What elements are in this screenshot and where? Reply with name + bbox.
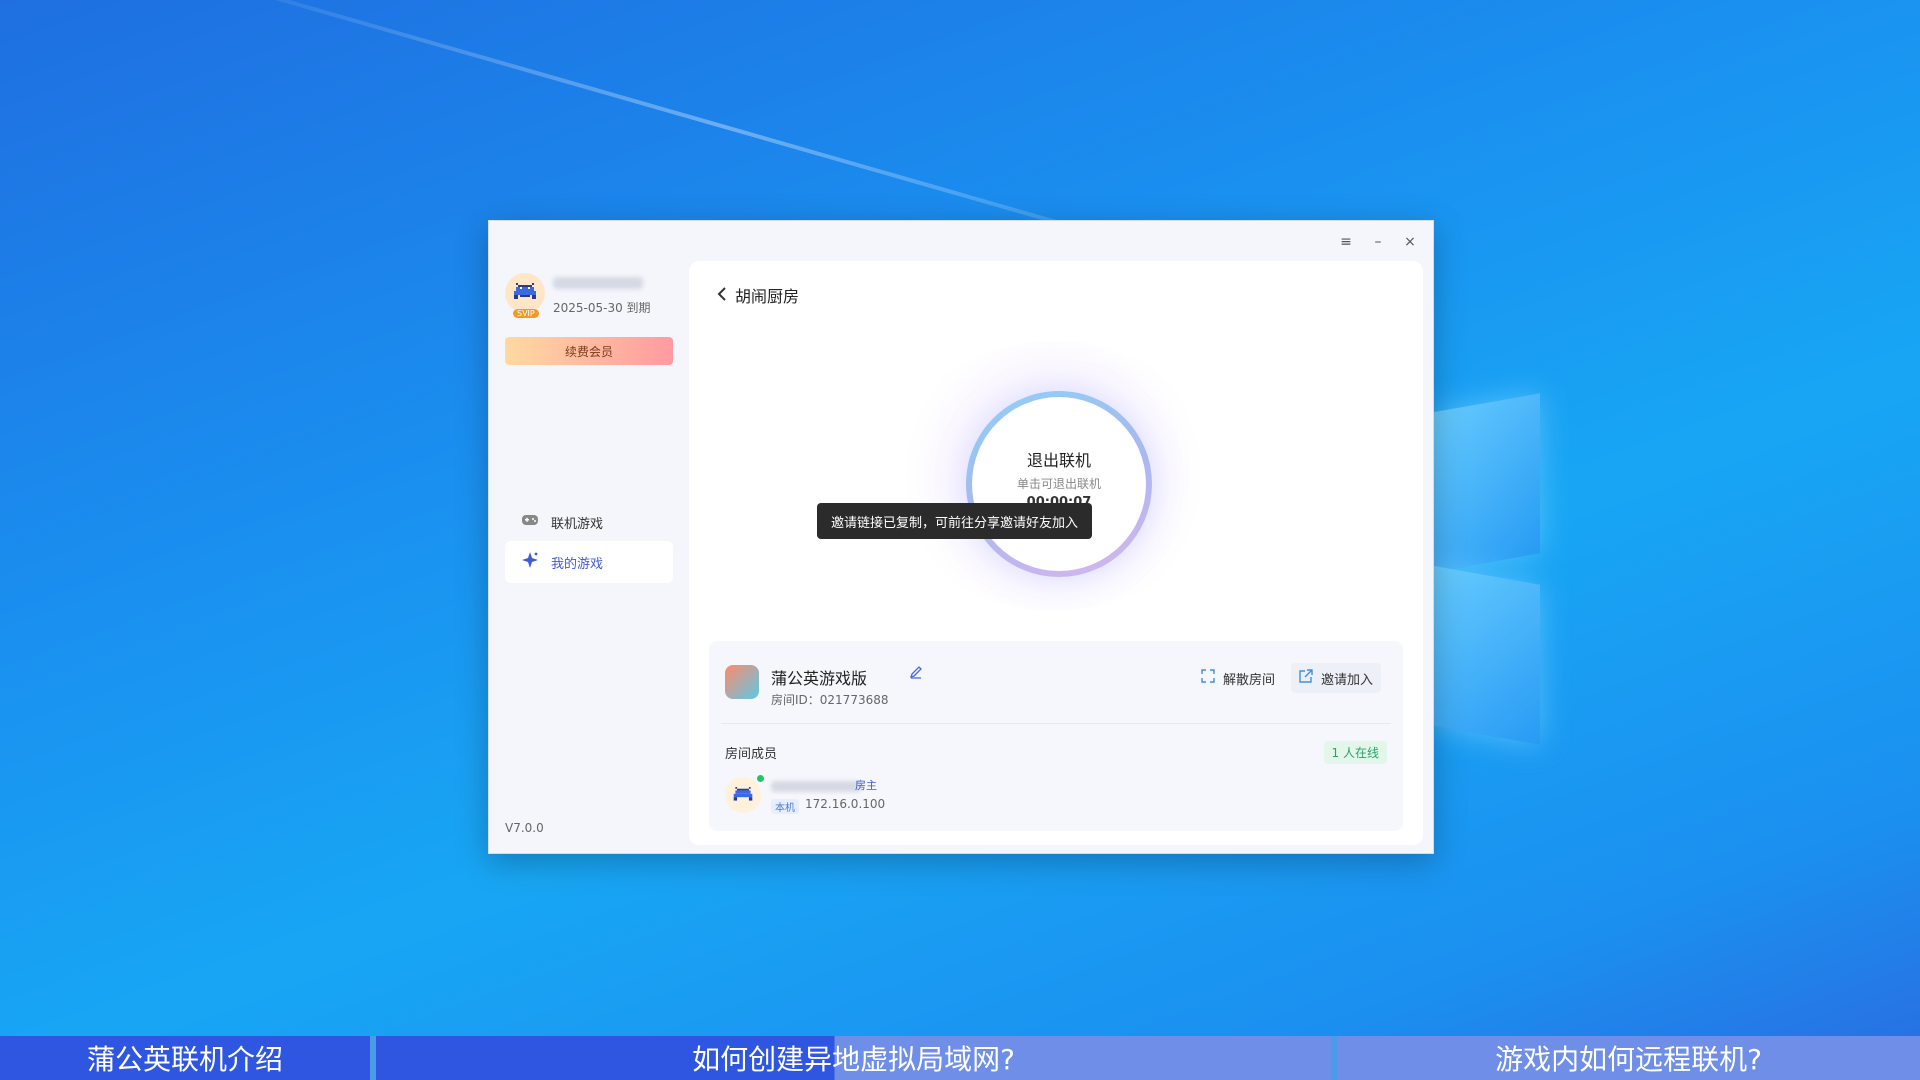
app-version: V7.0.0 bbox=[505, 821, 544, 835]
back-button[interactable]: 胡闹厨房 bbox=[717, 283, 799, 307]
member-avatar bbox=[725, 777, 761, 813]
exit-title: 退出联机 bbox=[1026, 451, 1091, 470]
online-count-badge: 1 人在线 bbox=[1323, 741, 1387, 764]
room-card: 蒲公英游戏版 房间ID：021773688 解散房间 邀请加入 房间成员 1 人… bbox=[709, 641, 1403, 831]
minimize-icon[interactable]: – bbox=[1369, 233, 1387, 251]
app-window: ≡ – × SVIP 2025-05-30 到期 续费会员 联机游戏 我的游戏 … bbox=[488, 220, 1434, 854]
edit-icon[interactable] bbox=[909, 665, 923, 683]
expand-icon bbox=[1201, 669, 1215, 687]
online-status-dot bbox=[757, 775, 764, 782]
dissolve-room-button[interactable]: 解散房间 bbox=[1193, 663, 1283, 693]
sidebar-item-label: 我的游戏 bbox=[551, 556, 604, 572]
sidebar-item-online-games[interactable]: 联机游戏 bbox=[505, 501, 673, 543]
chapter-remote-play[interactable]: 游戏内如何远程联机? bbox=[1337, 1036, 1920, 1080]
window-controls: ≡ – × bbox=[1337, 233, 1419, 251]
host-tag: 房主 bbox=[855, 779, 877, 792]
member-ip: 172.16.0.100 bbox=[805, 797, 886, 811]
sidebar-item-label: 联机游戏 bbox=[551, 516, 604, 532]
membership-expire-text: 2025-05-30 到期 bbox=[553, 301, 651, 315]
copied-toast: 邀请链接已复制，可前往分享邀请好友加入 bbox=[817, 503, 1093, 539]
close-icon[interactable]: × bbox=[1401, 233, 1419, 251]
user-avatar[interactable]: SVIP bbox=[505, 273, 547, 319]
game-cover-icon bbox=[725, 665, 759, 699]
share-icon bbox=[1299, 669, 1313, 687]
invite-join-label: 邀请加入 bbox=[1321, 672, 1374, 688]
sidebar-item-my-games[interactable]: 我的游戏 bbox=[505, 541, 673, 583]
local-tag: 本机 bbox=[771, 799, 799, 814]
room-members-heading: 房间成员 bbox=[725, 747, 778, 762]
exit-subtitle: 单击可退出联机 bbox=[1016, 477, 1101, 491]
menu-icon[interactable]: ≡ bbox=[1337, 233, 1355, 251]
sparkle-icon bbox=[521, 551, 539, 573]
space-invader-avatar-icon bbox=[505, 273, 545, 313]
video-chapter-bar: 蒲公英联机介绍 如何创建异地虚拟局域网? 游戏内如何远程联机? bbox=[0, 1036, 1920, 1080]
chapter-create-lan[interactable]: 如何创建异地虚拟局域网? bbox=[376, 1036, 1331, 1080]
exit-online-button[interactable]: 退出联机 单击可退出联机 00:00:07 bbox=[966, 391, 1152, 577]
windows-logo bbox=[1430, 375, 1540, 745]
sidebar: SVIP 2025-05-30 到期 续费会员 联机游戏 我的游戏 V7.0.0 bbox=[489, 221, 689, 853]
user-name-blurred bbox=[553, 277, 643, 289]
room-id: 房间ID：021773688 bbox=[771, 693, 889, 707]
page-title: 胡闹厨房 bbox=[735, 287, 800, 306]
chevron-left-icon bbox=[717, 286, 727, 305]
game-name: 蒲公英游戏版 bbox=[771, 669, 868, 688]
dissolve-room-label: 解散房间 bbox=[1223, 672, 1276, 688]
divider bbox=[721, 723, 1391, 724]
member-name-blurred bbox=[771, 781, 861, 792]
chapter-intro[interactable]: 蒲公英联机介绍 bbox=[0, 1036, 370, 1080]
invite-join-button[interactable]: 邀请加入 bbox=[1291, 663, 1382, 693]
main-panel: 胡闹厨房 退出联机 单击可退出联机 00:00:07 邀请链接已复制，可前往分享… bbox=[689, 261, 1423, 845]
renew-membership-button[interactable]: 续费会员 bbox=[505, 337, 673, 365]
svip-badge: SVIP bbox=[513, 309, 539, 318]
gamepad-icon bbox=[521, 512, 539, 532]
